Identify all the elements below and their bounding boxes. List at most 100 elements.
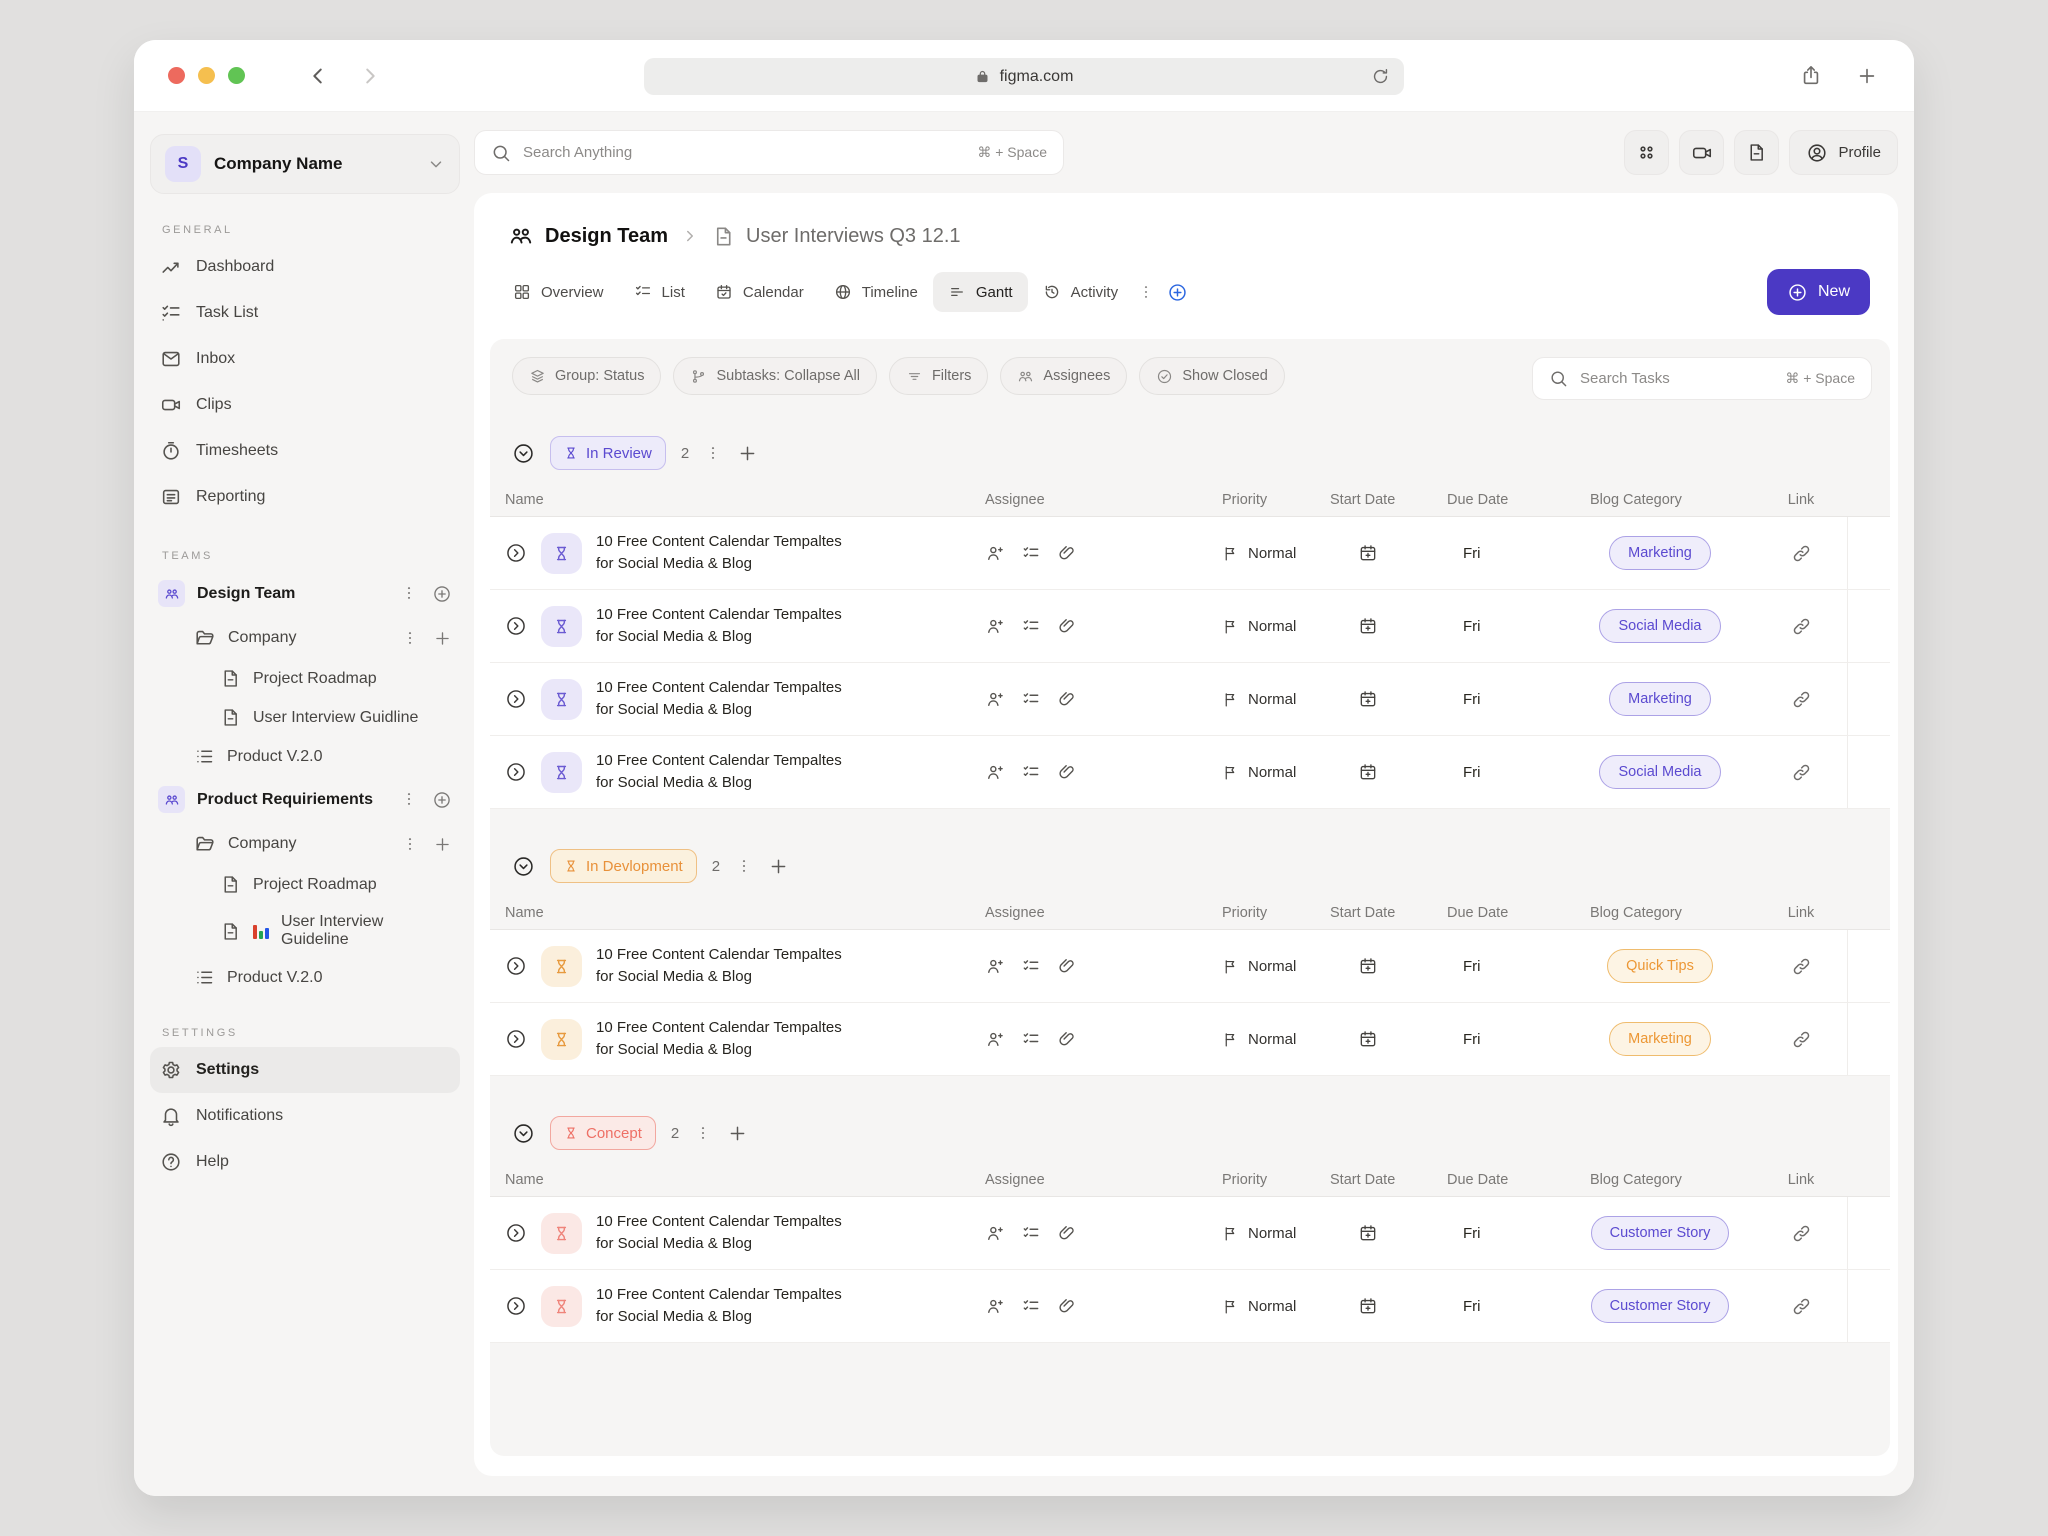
category-pill[interactable]: Marketing bbox=[1609, 536, 1711, 570]
attachment-icon[interactable] bbox=[1057, 956, 1077, 976]
task-row[interactable]: 10 Free Content Calendar Tempaltesfor So… bbox=[490, 1003, 1890, 1076]
subtasks-icon[interactable] bbox=[1021, 1029, 1041, 1049]
kebab-icon[interactable] bbox=[694, 1124, 712, 1142]
attachment-icon[interactable] bbox=[1057, 616, 1077, 636]
due-date-value[interactable]: Fri bbox=[1425, 1225, 1565, 1242]
reload-icon[interactable] bbox=[1371, 67, 1390, 86]
minimize-window-button[interactable] bbox=[198, 67, 215, 84]
kebab-icon[interactable] bbox=[400, 790, 418, 810]
task-row[interactable]: 10 Free Content Calendar Tempaltesfor So… bbox=[490, 930, 1890, 1003]
sidebar-folder-company-2[interactable]: Company bbox=[150, 823, 460, 865]
zoom-window-button[interactable] bbox=[228, 67, 245, 84]
attachment-icon[interactable] bbox=[1057, 1296, 1077, 1316]
due-date-value[interactable]: Fri bbox=[1425, 1031, 1565, 1048]
category-pill[interactable]: Customer Story bbox=[1591, 1216, 1730, 1250]
filters-chip[interactable]: Filters bbox=[889, 357, 988, 395]
expand-row-icon[interactable] bbox=[505, 761, 527, 783]
subtasks-icon[interactable] bbox=[1021, 616, 1041, 636]
sidebar-item-dashboard[interactable]: Dashboard bbox=[150, 244, 460, 290]
sidebar-item-inbox[interactable]: Inbox bbox=[150, 336, 460, 382]
task-row[interactable]: 10 Free Content Calendar Tempaltesfor So… bbox=[490, 517, 1890, 590]
group-by-chip[interactable]: Group: Status bbox=[512, 357, 661, 395]
sidebar-list-product-v20-2[interactable]: Product V.2.0 bbox=[150, 958, 460, 997]
add-assignee-icon[interactable] bbox=[985, 616, 1005, 636]
sidebar-item-notifications[interactable]: Notifications bbox=[150, 1093, 460, 1139]
kebab-icon[interactable] bbox=[704, 444, 722, 462]
expand-row-icon[interactable] bbox=[505, 542, 527, 564]
add-assignee-icon[interactable] bbox=[985, 1223, 1005, 1243]
due-date-value[interactable]: Fri bbox=[1425, 618, 1565, 635]
collapse-group-icon[interactable] bbox=[512, 855, 535, 878]
due-date-value[interactable]: Fri bbox=[1425, 958, 1565, 975]
link-icon[interactable] bbox=[1791, 689, 1812, 710]
link-icon[interactable] bbox=[1791, 762, 1812, 783]
category-pill[interactable]: Marketing bbox=[1609, 1022, 1711, 1056]
link-icon[interactable] bbox=[1791, 543, 1812, 564]
set-start-date-icon[interactable] bbox=[1358, 543, 1378, 563]
set-start-date-icon[interactable] bbox=[1358, 689, 1378, 709]
set-start-date-icon[interactable] bbox=[1358, 1029, 1378, 1049]
subtasks-icon[interactable] bbox=[1021, 1296, 1041, 1316]
link-icon[interactable] bbox=[1791, 616, 1812, 637]
task-row[interactable]: 10 Free Content Calendar Tempaltesfor So… bbox=[490, 1197, 1890, 1270]
due-date-value[interactable]: Fri bbox=[1425, 764, 1565, 781]
sidebar-item-help[interactable]: Help bbox=[150, 1139, 460, 1185]
subtasks-icon[interactable] bbox=[1021, 956, 1041, 976]
category-pill[interactable]: Marketing bbox=[1609, 682, 1711, 716]
attachment-icon[interactable] bbox=[1057, 689, 1077, 709]
attachment-icon[interactable] bbox=[1057, 1029, 1077, 1049]
sidebar-item-settings[interactable]: Settings bbox=[150, 1047, 460, 1093]
add-circle-icon[interactable] bbox=[432, 584, 452, 604]
add-assignee-icon[interactable] bbox=[985, 689, 1005, 709]
add-circle-icon[interactable] bbox=[432, 790, 452, 810]
add-assignee-icon[interactable] bbox=[985, 543, 1005, 563]
breadcrumb-page[interactable]: User Interviews Q3 12.1 bbox=[712, 225, 961, 248]
set-start-date-icon[interactable] bbox=[1358, 616, 1378, 636]
profile-button[interactable]: Profile bbox=[1789, 130, 1898, 175]
attachment-icon[interactable] bbox=[1057, 762, 1077, 782]
due-date-value[interactable]: Fri bbox=[1425, 545, 1565, 562]
browser-forward-button[interactable] bbox=[359, 65, 381, 87]
task-row[interactable]: 10 Free Content Calendar Tempaltesfor So… bbox=[490, 1270, 1890, 1343]
link-icon[interactable] bbox=[1791, 1296, 1812, 1317]
add-icon[interactable] bbox=[433, 835, 452, 854]
add-view-icon[interactable] bbox=[1167, 282, 1188, 303]
workspace-switcher[interactable]: S Company Name bbox=[150, 134, 460, 194]
due-date-value[interactable]: Fri bbox=[1425, 1298, 1565, 1315]
group-status-badge[interactable]: Concept bbox=[550, 1116, 656, 1150]
tab-list[interactable]: List bbox=[619, 272, 700, 312]
tab-gantt[interactable]: Gantt bbox=[933, 272, 1028, 312]
link-icon[interactable] bbox=[1791, 1029, 1812, 1050]
category-pill[interactable]: Social Media bbox=[1599, 755, 1720, 789]
address-bar[interactable]: figma.com bbox=[644, 58, 1404, 95]
tab-overview[interactable]: Overview bbox=[498, 272, 619, 312]
kebab-icon[interactable] bbox=[1137, 283, 1155, 301]
subtasks-icon[interactable] bbox=[1021, 1223, 1041, 1243]
subtasks-icon[interactable] bbox=[1021, 543, 1041, 563]
task-search-input[interactable]: Search Tasks ⌘ + Space bbox=[1532, 357, 1872, 400]
kebab-icon[interactable] bbox=[401, 835, 419, 854]
add-icon[interactable] bbox=[433, 629, 452, 648]
add-assignee-icon[interactable] bbox=[985, 1029, 1005, 1049]
link-icon[interactable] bbox=[1791, 956, 1812, 977]
add-task-icon[interactable] bbox=[727, 1123, 748, 1144]
group-status-badge[interactable]: In Devlopment bbox=[550, 849, 697, 883]
record-clip-button[interactable] bbox=[1679, 130, 1724, 175]
sidebar-folder-company-1[interactable]: Company bbox=[150, 617, 460, 659]
set-start-date-icon[interactable] bbox=[1358, 1223, 1378, 1243]
kebab-icon[interactable] bbox=[735, 857, 753, 875]
expand-row-icon[interactable] bbox=[505, 1222, 527, 1244]
sidebar-team-design-team[interactable]: Design Team bbox=[150, 570, 460, 617]
global-search-input[interactable]: Search Anything ⌘ + Space bbox=[474, 130, 1064, 175]
subtasks-chip[interactable]: Subtasks: Collapse All bbox=[673, 357, 876, 395]
expand-row-icon[interactable] bbox=[505, 1028, 527, 1050]
apps-grid-button[interactable] bbox=[1624, 130, 1669, 175]
expand-row-icon[interactable] bbox=[505, 1295, 527, 1317]
link-icon[interactable] bbox=[1791, 1223, 1812, 1244]
attachment-icon[interactable] bbox=[1057, 1223, 1077, 1243]
category-pill[interactable]: Quick Tips bbox=[1607, 949, 1713, 983]
share-icon[interactable] bbox=[1800, 65, 1822, 87]
assignees-chip[interactable]: Assignees bbox=[1000, 357, 1127, 395]
breadcrumb-team[interactable]: Design Team bbox=[508, 223, 668, 249]
task-row[interactable]: 10 Free Content Calendar Tempaltesfor So… bbox=[490, 590, 1890, 663]
